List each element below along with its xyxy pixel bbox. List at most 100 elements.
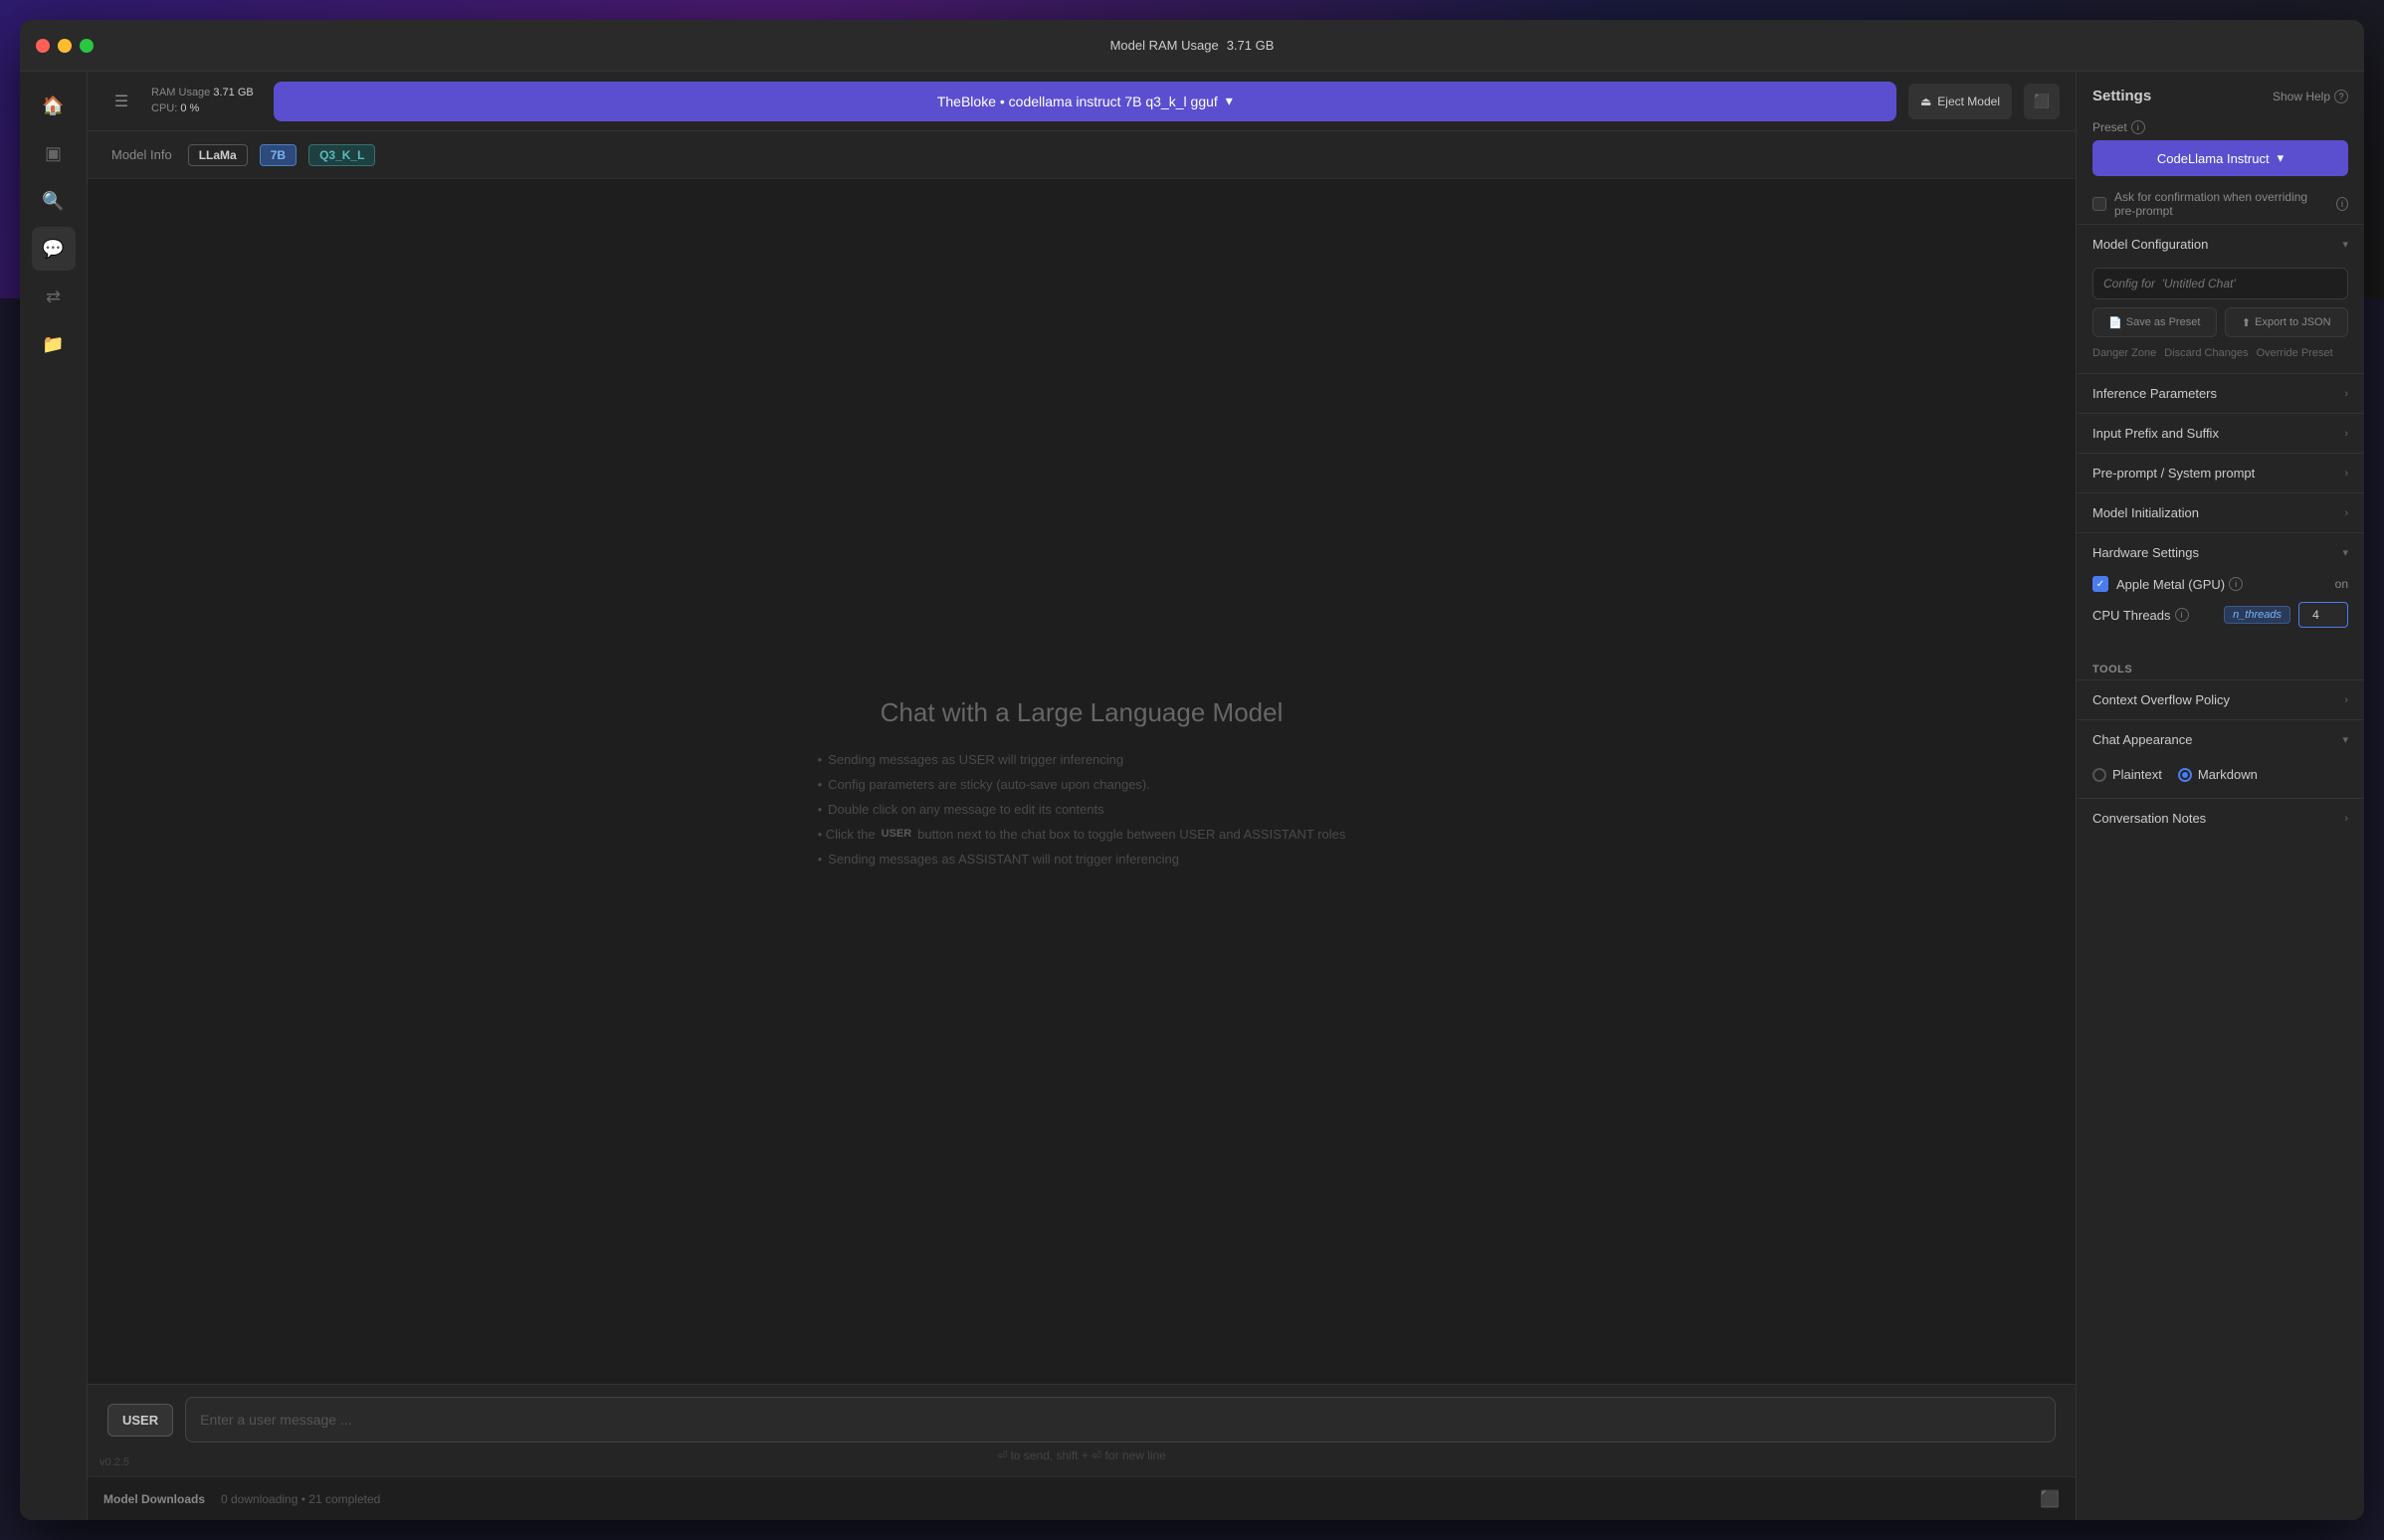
hint-3: • Double click on any message to edit it… [818,802,1346,817]
context-overflow-arrow: › [2344,694,2348,706]
preprompt-title: Pre-prompt / System prompt [2092,466,2255,481]
plaintext-radio[interactable] [2092,768,2106,782]
close-button[interactable] [36,39,50,53]
danger-zone-button[interactable]: Danger Zone [2092,345,2156,361]
save-preset-button[interactable]: 📄 Save as Preset [2092,307,2217,337]
model-init-section: Model Initialization › [2077,492,2364,532]
nav-chat[interactable]: 💬 [32,227,76,271]
export-json-button[interactable]: ⬆ Export to JSON [2225,307,2349,337]
hint-1: • Sending messages as USER will trigger … [818,752,1346,767]
eject-icon: ⏏ [1920,95,1931,108]
confirm-info-icon[interactable]: i [2336,197,2348,211]
gpu-info-icon[interactable]: i [2229,577,2243,591]
status-label: Model Downloads [103,1492,205,1506]
nav-files[interactable]: 📁 [32,322,76,366]
nav-sidebar-toggle[interactable]: ▣ [32,131,76,175]
version-badge: v0.2.5 [99,1456,129,1468]
input-row: USER [107,1397,2056,1443]
title-prefix: Model RAM Usage [1110,38,1219,53]
plaintext-label: Plaintext [2112,767,2162,782]
gpu-checkbox[interactable]: ✓ [2092,576,2108,592]
hint-5: • Sending messages as ASSISTANT will not… [818,852,1346,866]
spacer [2077,640,2364,652]
ram-label: RAM Usage 3.71 GB [151,86,254,100]
conv-notes-header[interactable]: Conversation Notes › [2077,799,2364,838]
titlebar-title: Model RAM Usage 3.71 GB [1110,38,1275,53]
hardware-header[interactable]: Hardware Settings ▾ [2077,533,2364,572]
chat-hints: • Sending messages as USER will trigger … [818,752,1346,866]
appearance-radio-row: Plaintext Markdown [2092,763,2348,786]
inference-header[interactable]: Inference Parameters › [2077,374,2364,413]
conv-notes-arrow: › [2344,813,2348,825]
maximize-button[interactable] [80,39,94,53]
model-name: TheBloke • codellama instruct 7B q3_k_l … [937,94,1218,109]
hint-2: • Config parameters are sticky (auto-sav… [818,777,1346,792]
preprompt-arrow: › [2344,468,2348,480]
preset-label: Preset i [2092,120,2348,134]
eject-model-button[interactable]: ⏏ Eject Model [1908,84,2012,119]
model-config-content: 📄 Save as Preset ⬆ Export to JSON Danger… [2077,264,2364,373]
hardware-content: ✓ Apple Metal (GPU) i on CPU Threads i [2077,572,2364,640]
preprompt-section: Pre-prompt / System prompt › [2077,453,2364,492]
discard-changes-button[interactable]: Discard Changes [2164,345,2248,361]
hardware-section: Hardware Settings ▾ ✓ Apple Metal (GPU) … [2077,532,2364,640]
confirm-checkbox[interactable] [2092,197,2106,211]
sidebar-toggle-button[interactable]: ☰ [103,84,139,119]
plaintext-option[interactable]: Plaintext [2092,767,2162,782]
chat-appearance-arrow: ▾ [2342,733,2348,746]
inference-arrow: › [2344,388,2348,400]
threads-row: CPU Threads i n_threads [2092,602,2348,628]
context-overflow-title: Context Overflow Policy [2092,692,2230,707]
save-preset-icon: 📄 [2108,316,2122,329]
status-bar: Model Downloads 0 downloading • 21 compl… [88,1476,2076,1520]
context-overflow-header[interactable]: Context Overflow Policy › [2077,680,2364,719]
model-config-header[interactable]: Model Configuration ▾ [2077,225,2364,264]
help-icon: ? [2334,90,2348,103]
model-config-title: Model Configuration [2092,237,2208,252]
content-area: ☰ RAM Usage 3.71 GB CPU: 0 % TheBloke • … [88,72,2076,1520]
model-init-header[interactable]: Model Initialization › [2077,493,2364,532]
topbar: ☰ RAM Usage 3.71 GB CPU: 0 % TheBloke • … [88,72,2076,131]
nav-search[interactable]: 🔍 [32,179,76,223]
model-dropdown-icon: ▾ [1226,93,1233,109]
show-help-label: Show Help [2273,90,2330,103]
confirm-checkbox-row: Ask for confirmation when overriding pre… [2077,184,2364,224]
eject-label: Eject Model [1937,95,2000,108]
user-role-button[interactable]: USER [107,1404,173,1437]
chat-appearance-content: Plaintext Markdown [2077,759,2364,798]
input-area: USER ⏎ to send, shift + ⏎ for new line [88,1384,2076,1476]
threads-tag: n_threads [2224,606,2290,624]
preprompt-header[interactable]: Pre-prompt / System prompt › [2077,454,2364,492]
ram-info: RAM Usage 3.71 GB CPU: 0 % [151,86,254,116]
model-selector-button[interactable]: TheBloke • codellama instruct 7B q3_k_l … [274,82,1896,121]
prefix-suffix-arrow: › [2344,428,2348,440]
preset-info-icon[interactable]: i [2131,120,2145,134]
threads-info-icon[interactable]: i [2175,608,2189,622]
markdown-option[interactable]: Markdown [2178,767,2258,782]
title-value: 3.71 GB [1227,38,1275,53]
prefix-suffix-header[interactable]: Input Prefix and Suffix › [2077,414,2364,453]
override-preset-button[interactable]: Override Preset [2257,345,2333,361]
show-help-button[interactable]: Show Help ? [2273,90,2348,103]
nav-home[interactable]: 🏠 [32,84,76,127]
config-name-input[interactable] [2092,268,2348,299]
conv-notes-title: Conversation Notes [2092,811,2206,826]
model-info-label: Model Info [111,147,172,162]
markdown-radio[interactable] [2178,768,2192,782]
model-init-arrow: › [2344,507,2348,519]
preset-selector-button[interactable]: CodeLlama Instruct ▾ [2092,140,2348,176]
tools-header: Tools [2077,652,2364,679]
minimize-button[interactable] [58,39,72,53]
confirm-label: Ask for confirmation when overriding pre… [2114,190,2328,218]
threads-input[interactable] [2298,602,2348,628]
tag-7b: 7B [260,144,297,166]
titlebar: Model RAM Usage 3.71 GB [20,20,2364,72]
message-input[interactable] [185,1397,2056,1443]
app-body: 🏠 ▣ 🔍 💬 ⇄ 📁 ☰ RAM Usage 3.71 GB CPU: [20,72,2364,1520]
nav-swap[interactable]: ⇄ [32,275,76,318]
prefix-suffix-section: Input Prefix and Suffix › [2077,413,2364,453]
chat-appearance-header[interactable]: Chat Appearance ▾ [2077,720,2364,759]
status-text: 0 downloading • 21 completed [221,1492,380,1506]
layout-toggle-button[interactable]: ⬛ [2024,84,2060,119]
gpu-check-icon: ✓ [2096,579,2104,590]
